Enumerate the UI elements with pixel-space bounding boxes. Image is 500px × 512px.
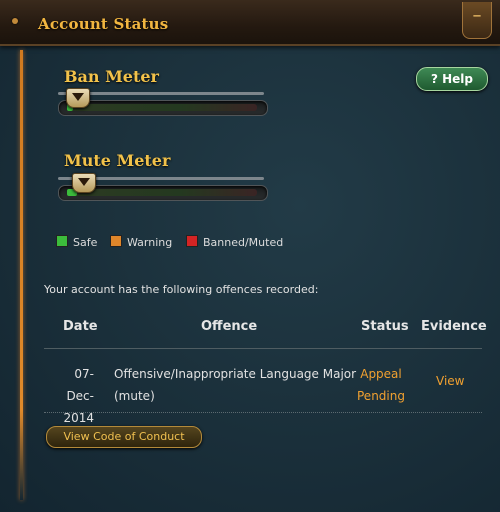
evidence-view-link[interactable]: View bbox=[436, 374, 464, 388]
title-bar: Account Status – bbox=[0, 0, 500, 46]
header-divider bbox=[44, 348, 482, 349]
ban-meter bbox=[58, 88, 268, 116]
column-header-evidence: Evidence bbox=[421, 319, 487, 334]
collapse-button[interactable]: – bbox=[462, 2, 492, 39]
safe-swatch-icon bbox=[56, 235, 68, 247]
banned-swatch-icon bbox=[186, 235, 198, 247]
mute-level-marker bbox=[72, 173, 96, 193]
page-title: Account Status bbox=[38, 15, 169, 33]
decorative-rail bbox=[20, 50, 23, 500]
minus-icon: – bbox=[472, 5, 482, 26]
offence-date: 07-Dec- 2014 bbox=[63, 367, 94, 425]
warning-swatch-icon bbox=[110, 235, 122, 247]
column-header-status: Status bbox=[361, 319, 409, 334]
legend-banned: Banned/Muted bbox=[186, 235, 283, 249]
offences-intro: Your account has the following offences … bbox=[44, 283, 319, 296]
meter-fill bbox=[67, 104, 257, 111]
meter-fill bbox=[67, 189, 257, 196]
offence-status: Appeal Pending bbox=[357, 367, 405, 403]
mute-meter-title: Mute Meter bbox=[64, 151, 171, 170]
legend-warning: Warning bbox=[110, 235, 172, 249]
rivet-icon bbox=[12, 18, 18, 24]
help-button[interactable]: ? Help bbox=[416, 67, 488, 91]
view-code-of-conduct-button[interactable]: View Code of Conduct bbox=[46, 426, 202, 448]
offence-description: Offensive/Inappropriate Language Major (… bbox=[114, 367, 357, 403]
row-divider bbox=[44, 412, 482, 413]
legend-safe: Safe bbox=[56, 235, 97, 249]
mute-meter bbox=[58, 173, 268, 201]
ban-meter-title: Ban Meter bbox=[64, 67, 159, 86]
ban-level-marker bbox=[66, 88, 90, 108]
column-header-offence: Offence bbox=[201, 319, 258, 334]
column-header-date: Date bbox=[63, 319, 98, 334]
